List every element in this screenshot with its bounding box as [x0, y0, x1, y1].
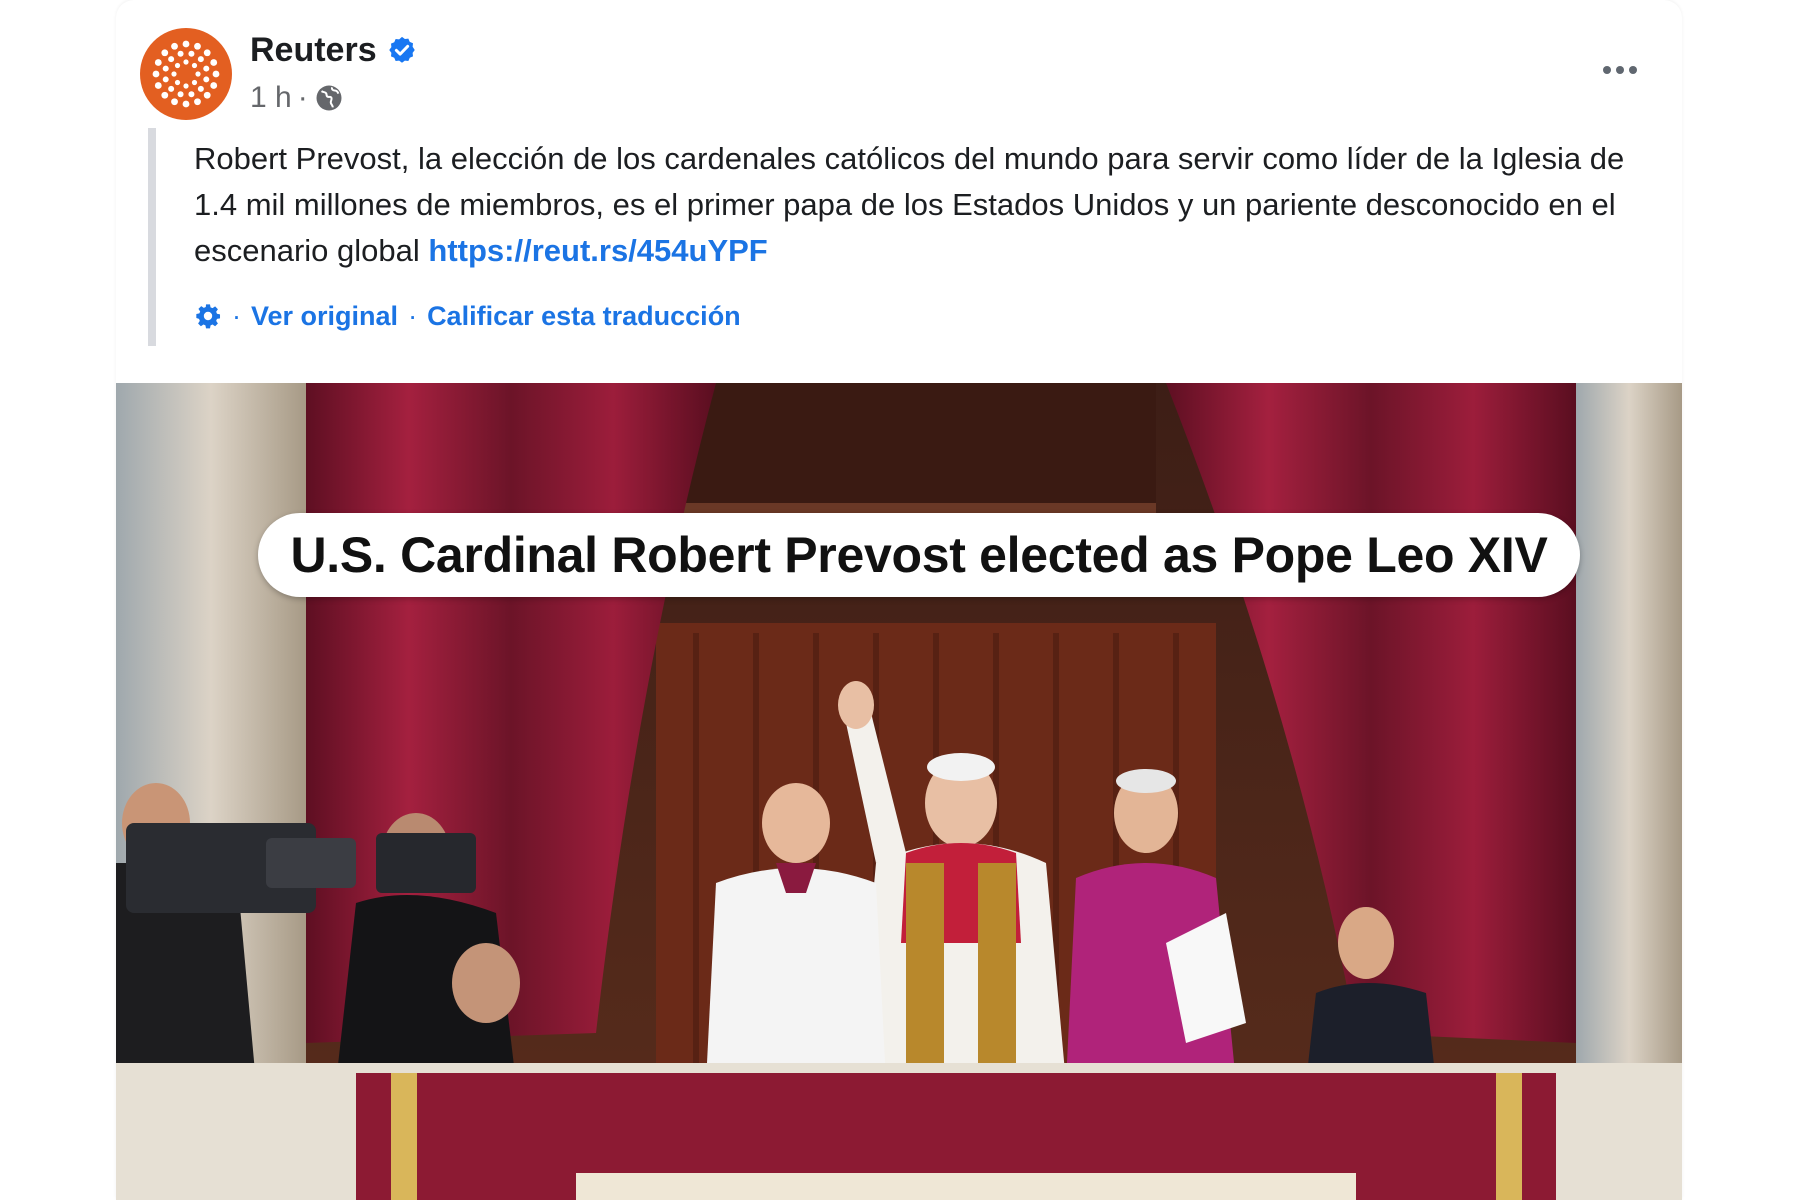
post-text: Robert Prevost, la elección de los carde…	[194, 141, 1625, 268]
meta-separator: ·	[297, 81, 308, 114]
post-body-text: Robert Prevost, la elección de los carde…	[194, 136, 1664, 274]
translation-quote-bar	[148, 128, 156, 346]
page-name-link[interactable]: Reuters	[250, 31, 377, 70]
right-column	[1576, 383, 1682, 1083]
more-options-dot	[1616, 66, 1624, 74]
rate-translation-link[interactable]: Calificar esta traducción	[427, 301, 741, 332]
post-meta-row: 1 h ·	[250, 78, 344, 118]
reuters-avatar[interactable]	[140, 28, 232, 120]
translation-row: · Ver original · Calificar esta traducci…	[194, 296, 741, 336]
verified-badge-icon	[388, 36, 415, 63]
post-video[interactable]: U.S. Cardinal Robert Prevost elected as …	[116, 383, 1682, 1200]
view-original-link[interactable]: Ver original	[251, 301, 398, 332]
post-timestamp[interactable]: 1 h	[250, 81, 292, 115]
more-options-dot	[1629, 66, 1637, 74]
more-options-button[interactable]	[1590, 52, 1650, 88]
balcony-scene-image	[116, 383, 1682, 1200]
globe-icon[interactable]	[314, 83, 344, 113]
gear-icon[interactable]	[194, 302, 222, 330]
post-link[interactable]: https://reut.rs/454uYPF	[428, 233, 767, 268]
more-options-icon	[1603, 66, 1611, 74]
translation-separator: ·	[232, 300, 241, 331]
reuters-logo-icon	[152, 40, 220, 108]
post-header-name-row: Reuters	[250, 28, 417, 72]
video-caption-pill: U.S. Cardinal Robert Prevost elected as …	[258, 513, 1580, 597]
video-caption-text: U.S. Cardinal Robert Prevost elected as …	[290, 527, 1548, 583]
translation-separator: ·	[408, 300, 418, 331]
